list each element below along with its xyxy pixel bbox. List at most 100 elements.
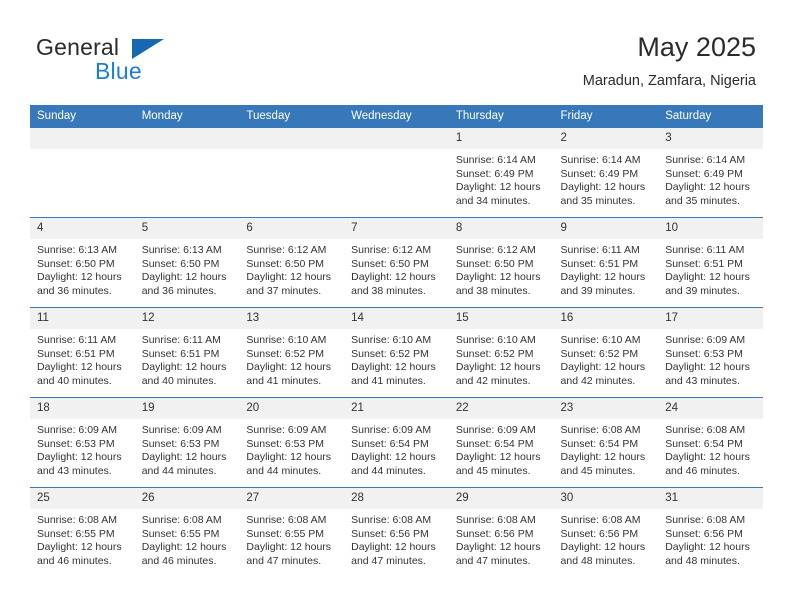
calendar-day-cell[interactable]: 13 Sunrise: 6:10 AM Sunset: 6:52 PM Dayligh… xyxy=(239,307,345,398)
calendar-day-cell[interactable]: 3 Sunrise: 6:14 AM Sunset: 6:49 PM Daylight… xyxy=(658,127,763,218)
calendar-day-cell[interactable]: 12 Sunrise: 6:11 AM Sunset: 6:51 PM Dayligh… xyxy=(134,307,240,398)
daylight-text-line2: and 46 minutes. xyxy=(665,464,740,477)
calendar-day-cell[interactable]: 15 Sunrise: 6:10 AM Sunset: 6:52 PM Dayligh… xyxy=(448,307,554,398)
sunset-text: Sunset: 6:53 PM xyxy=(246,437,325,450)
calendar-day-cell[interactable]: 23 Sunrise: 6:08 AM Sunset: 6:54 PM Dayligh… xyxy=(553,397,659,488)
calendar-day-cell[interactable]: 17 Sunrise: 6:09 AM Sunset: 6:53 PM Dayligh… xyxy=(658,307,763,398)
sunrise-text: Sunrise: 6:08 AM xyxy=(665,424,746,436)
calendar-day-cell[interactable]: 19 Sunrise: 6:09 AM Sunset: 6:53 PM Dayligh… xyxy=(134,397,240,488)
calendar-day-cell[interactable]: 8 Sunrise: 6:12 AM Sunset: 6:50 PM Daylight… xyxy=(448,217,554,308)
sunset-text: Sunset: 6:54 PM xyxy=(455,437,534,450)
calendar-day-cell[interactable] xyxy=(134,127,240,218)
calendar-day-cell[interactable]: 29 Sunrise: 6:08 AM Sunset: 6:56 PM Dayligh… xyxy=(448,487,554,577)
calendar-day-cell[interactable]: 30 Sunrise: 6:08 AM Sunset: 6:56 PM Dayligh… xyxy=(553,487,659,577)
calendar-day-cell[interactable]: 18 Sunrise: 6:09 AM Sunset: 6:53 PM Dayligh… xyxy=(30,397,135,488)
daylight-text-line2: and 39 minutes. xyxy=(560,284,636,297)
sunrise-text: Sunrise: 6:08 AM xyxy=(455,514,536,526)
location-subtitle: Maradun, Zamfara, Nigeria xyxy=(582,73,756,89)
calendar-day-cell[interactable]: 6 Sunrise: 6:12 AM Sunset: 6:50 PM Daylight… xyxy=(239,217,345,308)
daylight-text-line1: Daylight: 12 hours xyxy=(351,541,436,554)
sunrise-text: Sunrise: 6:08 AM xyxy=(351,514,432,526)
day-info: Sunrise: 6:08 AM Sunset: 6:56 PM Daylight:… xyxy=(344,509,449,568)
calendar-table: Sunday Monday Tuesday Wednesday Thursday… xyxy=(30,105,763,577)
calendar-day-cell[interactable]: 22 Sunrise: 6:09 AM Sunset: 6:54 PM Dayligh… xyxy=(448,397,554,488)
calendar-day-cell[interactable]: 5 Sunrise: 6:13 AM Sunset: 6:50 PM Daylight… xyxy=(134,217,240,308)
calendar-day-cell[interactable]: 2 Sunrise: 6:14 AM Sunset: 6:49 PM Daylight… xyxy=(553,127,659,218)
calendar-body: 1 Sunrise: 6:14 AM Sunset: 6:49 PM Daylight… xyxy=(30,127,763,577)
calendar-day-cell[interactable]: 14 Sunrise: 6:10 AM Sunset: 6:52 PM Dayligh… xyxy=(344,307,449,398)
calendar-day-cell[interactable]: 10 Sunrise: 6:11 AM Sunset: 6:51 PM Dayligh… xyxy=(658,217,763,308)
sunrise-text: Sunrise: 6:08 AM xyxy=(141,514,222,526)
day-number: 14 xyxy=(344,308,449,329)
day-number: 5 xyxy=(134,218,240,239)
day-number: 28 xyxy=(344,488,449,509)
weekday-header-wednesday: Wednesday xyxy=(344,105,449,128)
daylight-text-line1: Daylight: 12 hours xyxy=(37,361,122,374)
day-info: Sunrise: 6:14 AM Sunset: 6:49 PM Daylight:… xyxy=(449,149,554,208)
day-info: Sunrise: 6:09 AM Sunset: 6:53 PM Daylight:… xyxy=(658,329,763,388)
sunset-text: Sunset: 6:54 PM xyxy=(351,437,429,450)
sunrise-text: Sunrise: 6:08 AM xyxy=(246,514,327,526)
day-info: Sunrise: 6:09 AM Sunset: 6:54 PM Daylight:… xyxy=(344,419,449,478)
sunset-text: Sunset: 6:55 PM xyxy=(141,527,220,540)
sunset-text: Sunset: 6:50 PM xyxy=(246,257,325,270)
daylight-text-line1: Daylight: 12 hours xyxy=(141,451,227,464)
sunset-text: Sunset: 6:54 PM xyxy=(560,437,639,450)
calendar-day-cell[interactable]: 1 Sunrise: 6:14 AM Sunset: 6:49 PM Daylight… xyxy=(448,127,554,218)
calendar-day-cell[interactable]: 4 Sunrise: 6:13 AM Sunset: 6:50 PM Daylight… xyxy=(30,217,135,308)
daylight-text-line1: Daylight: 12 hours xyxy=(560,271,646,284)
weekday-header-monday: Monday xyxy=(134,105,240,128)
calendar-day-cell[interactable]: 16 Sunrise: 6:10 AM Sunset: 6:52 PM Dayligh… xyxy=(553,307,659,398)
daylight-text-line1: Daylight: 12 hours xyxy=(665,451,750,464)
calendar-day-cell[interactable]: 21 Sunrise: 6:09 AM Sunset: 6:54 PM Dayligh… xyxy=(344,397,449,488)
day-number: 20 xyxy=(239,398,345,419)
daylight-text-line1: Daylight: 12 hours xyxy=(455,541,541,554)
brand-logo[interactable]: General Blue xyxy=(36,34,246,90)
daylight-text-line2: and 44 minutes. xyxy=(246,464,322,477)
day-info: Sunrise: 6:12 AM Sunset: 6:50 PM Daylight:… xyxy=(344,239,449,298)
daylight-text-line1: Daylight: 12 hours xyxy=(560,541,646,554)
sunrise-text: Sunrise: 6:08 AM xyxy=(37,514,117,526)
daylight-text-line1: Daylight: 12 hours xyxy=(351,361,436,374)
day-number: 25 xyxy=(30,488,135,509)
day-number: 15 xyxy=(448,308,554,329)
day-number xyxy=(134,128,240,149)
day-number: 9 xyxy=(553,218,659,239)
daylight-text-line1: Daylight: 12 hours xyxy=(455,361,541,374)
daylight-text-line2: and 36 minutes. xyxy=(141,284,217,297)
calendar-day-cell[interactable]: 20 Sunrise: 6:09 AM Sunset: 6:53 PM Dayligh… xyxy=(239,397,345,488)
calendar-day-cell[interactable]: 25 Sunrise: 6:08 AM Sunset: 6:55 PM Dayligh… xyxy=(30,487,135,577)
daylight-text-line2: and 39 minutes. xyxy=(665,284,740,297)
sunset-text: Sunset: 6:53 PM xyxy=(37,437,115,450)
day-number: 16 xyxy=(553,308,659,329)
calendar-day-cell[interactable]: 31 Sunrise: 6:08 AM Sunset: 6:56 PM Dayligh… xyxy=(658,487,763,577)
calendar-day-cell[interactable] xyxy=(344,127,449,218)
weekday-header-saturday: Saturday xyxy=(658,105,763,128)
calendar-day-cell[interactable]: 11 Sunrise: 6:11 AM Sunset: 6:51 PM Dayligh… xyxy=(30,307,135,398)
sunrise-text: Sunrise: 6:13 AM xyxy=(141,244,222,256)
sunrise-text: Sunrise: 6:14 AM xyxy=(560,154,641,166)
calendar-day-cell[interactable]: 28 Sunrise: 6:08 AM Sunset: 6:56 PM Dayligh… xyxy=(344,487,449,577)
calendar-week-row: 11 Sunrise: 6:11 AM Sunset: 6:51 PM Dayligh… xyxy=(30,307,763,398)
day-info: Sunrise: 6:09 AM Sunset: 6:54 PM Daylight:… xyxy=(449,419,554,478)
calendar-day-cell[interactable]: 27 Sunrise: 6:08 AM Sunset: 6:55 PM Dayligh… xyxy=(239,487,345,577)
calendar-day-cell[interactable] xyxy=(239,127,345,218)
sunrise-text: Sunrise: 6:11 AM xyxy=(141,334,221,346)
calendar-day-cell[interactable]: 26 Sunrise: 6:08 AM Sunset: 6:55 PM Dayligh… xyxy=(134,487,240,577)
daylight-text-line1: Daylight: 12 hours xyxy=(351,451,436,464)
sunrise-text: Sunrise: 6:13 AM xyxy=(37,244,117,256)
daylight-text-line1: Daylight: 12 hours xyxy=(665,181,750,194)
sunrise-text: Sunrise: 6:09 AM xyxy=(351,424,432,436)
calendar-day-cell[interactable]: 7 Sunrise: 6:12 AM Sunset: 6:50 PM Daylight… xyxy=(344,217,449,308)
calendar-day-cell[interactable]: 24 Sunrise: 6:08 AM Sunset: 6:54 PM Dayligh… xyxy=(658,397,763,488)
daylight-text-line2: and 47 minutes. xyxy=(351,554,426,567)
day-info: Sunrise: 6:11 AM Sunset: 6:51 PM Daylight:… xyxy=(658,239,763,298)
day-info: Sunrise: 6:09 AM Sunset: 6:53 PM Daylight:… xyxy=(239,419,344,478)
sunrise-text: Sunrise: 6:09 AM xyxy=(455,424,536,436)
calendar-day-cell[interactable]: 9 Sunrise: 6:11 AM Sunset: 6:51 PM Daylight… xyxy=(553,217,659,308)
daylight-text-line1: Daylight: 12 hours xyxy=(455,181,541,194)
calendar-day-cell[interactable] xyxy=(30,127,135,218)
sunset-text: Sunset: 6:51 PM xyxy=(665,257,743,270)
daylight-text-line1: Daylight: 12 hours xyxy=(246,271,332,284)
sunset-text: Sunset: 6:53 PM xyxy=(665,347,743,360)
